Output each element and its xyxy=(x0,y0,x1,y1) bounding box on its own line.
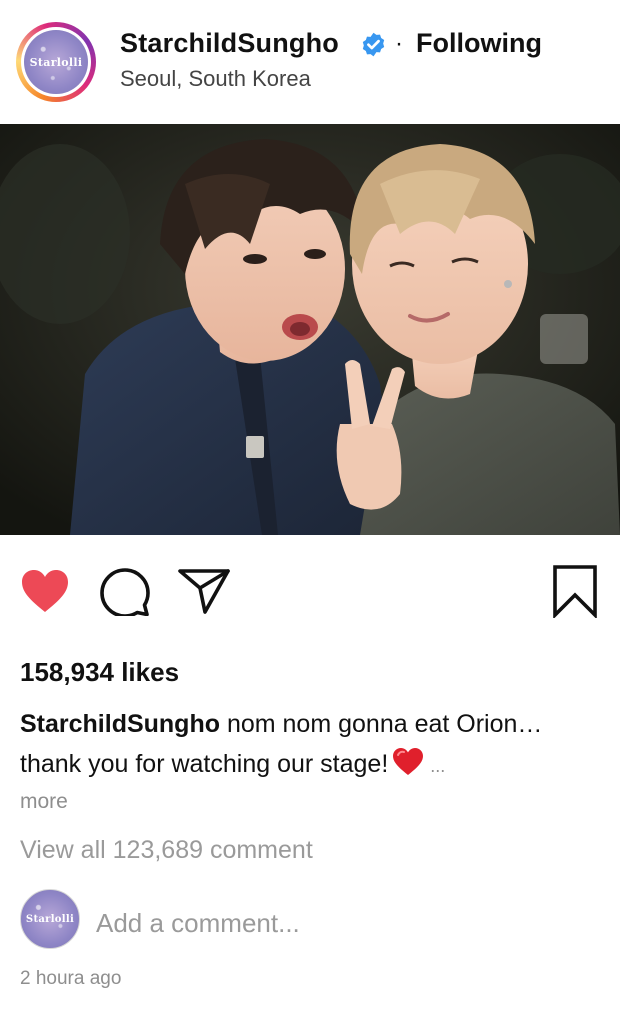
comment-bubble-icon[interactable] xyxy=(100,568,150,616)
username-link[interactable]: StarchildSungho xyxy=(120,28,339,59)
verified-badge-icon xyxy=(362,32,385,57)
heart-filled-icon[interactable] xyxy=(20,568,70,614)
instagram-post: Starlolli StarchildSungho · Following Se… xyxy=(0,0,620,1010)
action-bar xyxy=(0,560,620,620)
paper-plane-icon[interactable] xyxy=(178,568,230,614)
photo-of-two-people xyxy=(0,124,620,535)
post-photo[interactable] xyxy=(0,124,620,535)
location-link[interactable]: Seoul, South Korea xyxy=(120,66,311,92)
avatar-image: Starlolli xyxy=(24,30,88,94)
comment-input[interactable] xyxy=(96,905,596,941)
commenter-avatar: Starlolli xyxy=(20,889,80,949)
caption-username[interactable]: StarchildSungho xyxy=(20,710,220,738)
separator-dot: · xyxy=(395,30,403,57)
add-comment-row: Starlolli xyxy=(0,885,620,959)
view-all-comments-link[interactable]: View all 123,689 comment xyxy=(20,836,313,865)
post-timestamp: 2 houra ago xyxy=(20,968,122,989)
following-button[interactable]: Following xyxy=(416,28,542,59)
likes-count[interactable]: 158,934 likes xyxy=(20,657,179,688)
post-header: Starlolli StarchildSungho · Following Se… xyxy=(0,0,620,124)
profile-avatar[interactable]: Starlolli xyxy=(16,22,96,102)
caption-ellipsis: ... xyxy=(430,756,446,776)
post-caption: StarchildSungho nom nom gonna eat Orion…… xyxy=(20,704,600,786)
bookmark-icon[interactable] xyxy=(552,564,598,618)
red-heart-emoji xyxy=(393,748,424,775)
more-link[interactable]: more xyxy=(20,790,68,814)
avatar-logo-text: Starlolli xyxy=(29,55,83,69)
commenter-avatar-text: Starlolli xyxy=(25,913,75,925)
